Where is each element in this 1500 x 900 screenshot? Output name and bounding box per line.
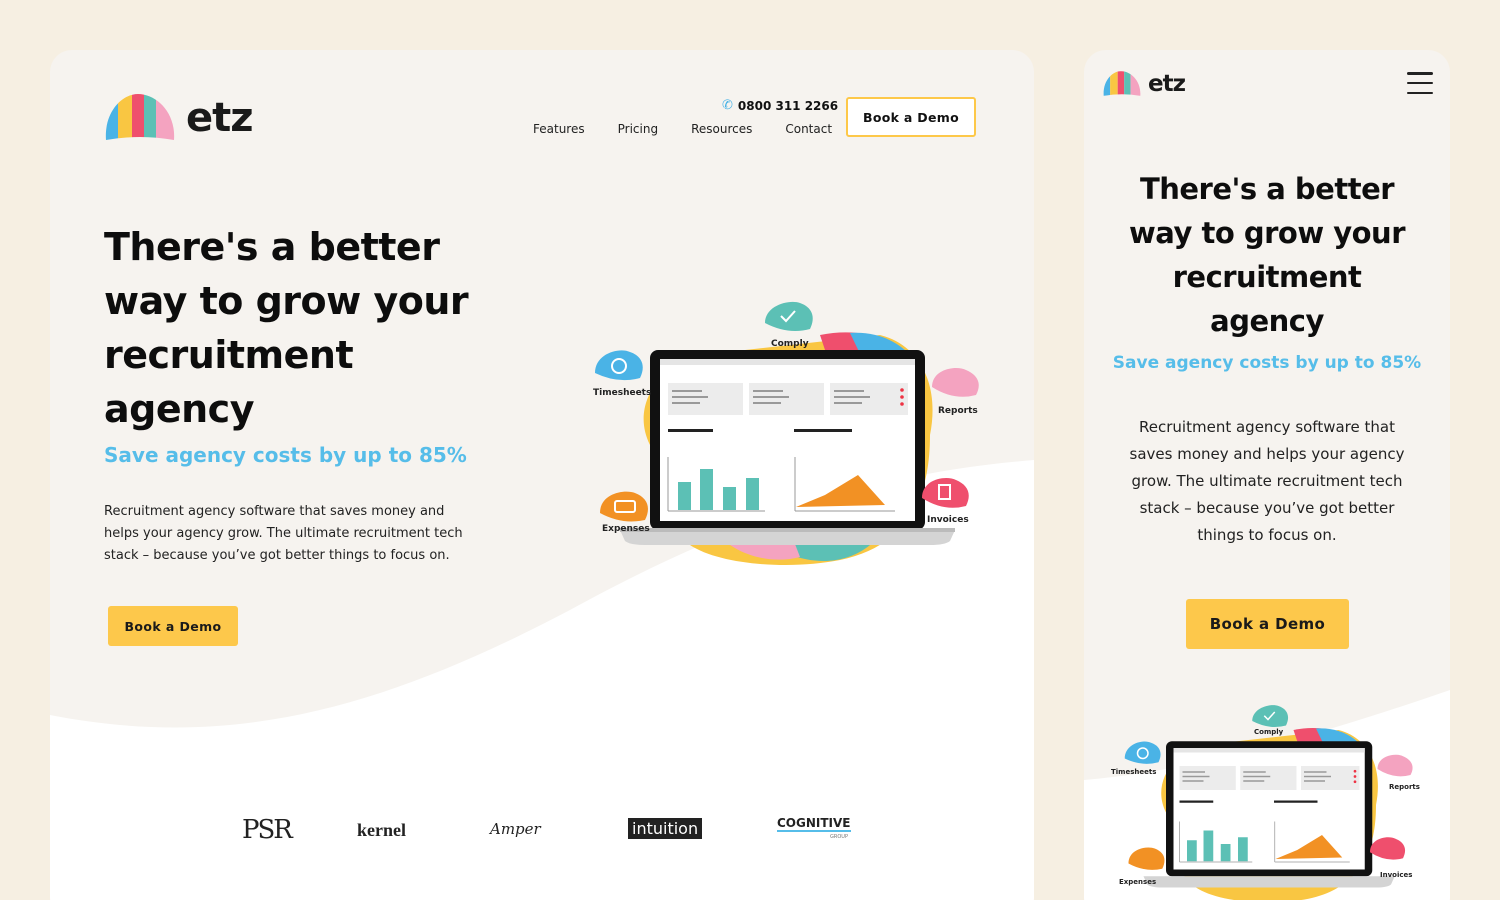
laptop-illustration: Comply Timesheets Reports Expenses Invoi…	[590, 295, 990, 575]
client-logo-kernel: kernel	[357, 820, 406, 840]
mobile-laptop-illustration: Comply Timesheets Reports Expenses Invoi…	[1106, 700, 1436, 900]
client-logo-psr: PSR	[242, 815, 293, 845]
hero-description: Recruitment agency software that saves m…	[104, 504, 463, 563]
desktop-preview: etz ✆ 0800 311 2266 Features Pricing Res…	[50, 50, 1034, 900]
phone-text: 0800 311 2266	[737, 98, 839, 113]
hero-book-demo-button[interactable]: Book a Demo	[108, 606, 238, 646]
header-book-demo-button[interactable]: Book a Demo	[846, 97, 976, 137]
mobile-logo-wordmark: etz	[1148, 71, 1186, 97]
badge-timesheets: Timesheets	[593, 388, 652, 398]
hero-subtitle: Save agency costs by up to 85%	[104, 443, 467, 467]
mobile-badge-comply: Comply	[1254, 728, 1284, 736]
badge-invoices: Invoices	[927, 515, 969, 525]
logo-mark-icon	[105, 94, 175, 140]
mobile-badge-reports: Reports	[1389, 783, 1420, 791]
badge-reports: Reports	[938, 406, 978, 416]
logo[interactable]: etz	[104, 92, 254, 144]
mobile-hero-description: Recruitment agency software that saves m…	[1129, 418, 1405, 544]
client-logo-cognitive-group: GROUP	[830, 834, 848, 840]
main-nav: Features Pricing Resources Contact	[533, 122, 832, 136]
client-logos: PSR kernel Amper intuition COGNITIVE GRO…	[50, 810, 1034, 860]
mobile-badge-invoices: Invoices	[1380, 871, 1413, 879]
logo-wordmark: etz	[186, 95, 254, 141]
mobile-logo-mark-icon	[1103, 71, 1141, 96]
phone-icon: ✆	[722, 98, 733, 113]
mobile-badge-expenses: Expenses	[1119, 878, 1157, 886]
mobile-logo[interactable]: etz	[1102, 70, 1186, 98]
mobile-book-demo-button[interactable]: Book a Demo	[1186, 599, 1349, 649]
menu-icon[interactable]	[1407, 72, 1433, 94]
nav-resources[interactable]: Resources	[691, 122, 752, 136]
mobile-preview: etz There's a better way to grow your re…	[1084, 50, 1450, 900]
mobile-hero-subtitle: Save agency costs by up to 85%	[1112, 353, 1422, 373]
client-logo-cognitive: COGNITIVE	[777, 816, 851, 832]
hero-title: There's a better way to grow your recrui…	[104, 225, 469, 431]
client-logo-intuition: intuition	[628, 818, 703, 839]
nav-pricing[interactable]: Pricing	[618, 122, 658, 136]
mobile-hero-title: There's a better way to grow your recrui…	[1129, 172, 1406, 338]
phone-number[interactable]: ✆ 0800 311 2266	[722, 98, 838, 113]
badge-expenses: Expenses	[602, 524, 650, 534]
nav-contact[interactable]: Contact	[785, 122, 832, 136]
client-logo-amper: Amper	[490, 820, 541, 838]
badge-comply: Comply	[771, 339, 809, 349]
nav-features[interactable]: Features	[533, 122, 585, 136]
mobile-badge-timesheets: Timesheets	[1111, 768, 1157, 776]
